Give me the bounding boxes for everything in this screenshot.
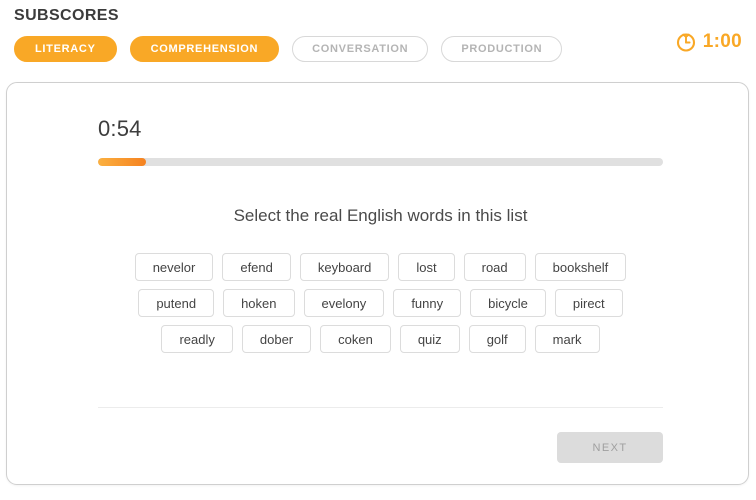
- question-progress-fill: [98, 158, 146, 166]
- word-option-bicycle[interactable]: bicycle: [470, 289, 546, 317]
- clock-icon: [676, 32, 696, 52]
- tab-conversation[interactable]: CONVERSATION: [292, 36, 428, 62]
- tab-production[interactable]: PRODUCTION: [441, 36, 562, 62]
- word-option-coken[interactable]: coken: [320, 325, 391, 353]
- word-option-road[interactable]: road: [464, 253, 526, 281]
- word-option-evelony[interactable]: evelony: [304, 289, 385, 317]
- page-title: SUBSCORES: [14, 6, 756, 26]
- word-choice-grid: nevelor efend keyboard lost road bookshelf put…: [98, 253, 663, 353]
- word-option-bookshelf[interactable]: bookshelf: [535, 253, 627, 281]
- task-prompt: Select the real English words in this li…: [98, 205, 663, 227]
- word-option-hoken[interactable]: hoken: [223, 289, 294, 317]
- next-button[interactable]: NEXT: [557, 432, 663, 463]
- word-option-funny[interactable]: funny: [393, 289, 461, 317]
- card-divider: [98, 407, 663, 408]
- word-option-quiz[interactable]: quiz: [400, 325, 460, 353]
- tab-literacy[interactable]: LITERACY: [14, 36, 117, 62]
- word-option-dober[interactable]: dober: [242, 325, 311, 353]
- word-option-putend[interactable]: putend: [138, 289, 214, 317]
- global-timer-value: 1:00: [703, 32, 742, 52]
- question-timer: 0:54: [98, 116, 663, 142]
- word-row: readly dober coken quiz golf mark: [98, 325, 663, 353]
- subscore-tabs: LITERACY COMPREHENSION CONVERSATION PRODUCT…: [14, 36, 756, 62]
- word-row: nevelor efend keyboard lost road bookshelf: [98, 253, 663, 281]
- word-row: putend hoken evelony funny bicycle pirect: [98, 289, 663, 317]
- task-card-content: 0:54 Select the real English words in th…: [98, 83, 663, 361]
- global-timer: 1:00: [676, 32, 742, 52]
- question-progress-bar: [98, 158, 663, 166]
- word-option-keyboard[interactable]: keyboard: [300, 253, 389, 281]
- word-option-golf[interactable]: golf: [469, 325, 526, 353]
- word-option-nevelor[interactable]: nevelor: [135, 253, 214, 281]
- tab-comprehension[interactable]: COMPREHENSION: [130, 36, 280, 62]
- word-option-readly[interactable]: readly: [161, 325, 232, 353]
- task-card: 0:54 Select the real English words in th…: [6, 82, 749, 485]
- word-option-efend[interactable]: efend: [222, 253, 291, 281]
- word-option-mark[interactable]: mark: [535, 325, 600, 353]
- word-option-pirect[interactable]: pirect: [555, 289, 623, 317]
- page-header: SUBSCORES LITERACY COMPREHENSION CONVERSAT…: [0, 0, 756, 62]
- word-option-lost[interactable]: lost: [398, 253, 454, 281]
